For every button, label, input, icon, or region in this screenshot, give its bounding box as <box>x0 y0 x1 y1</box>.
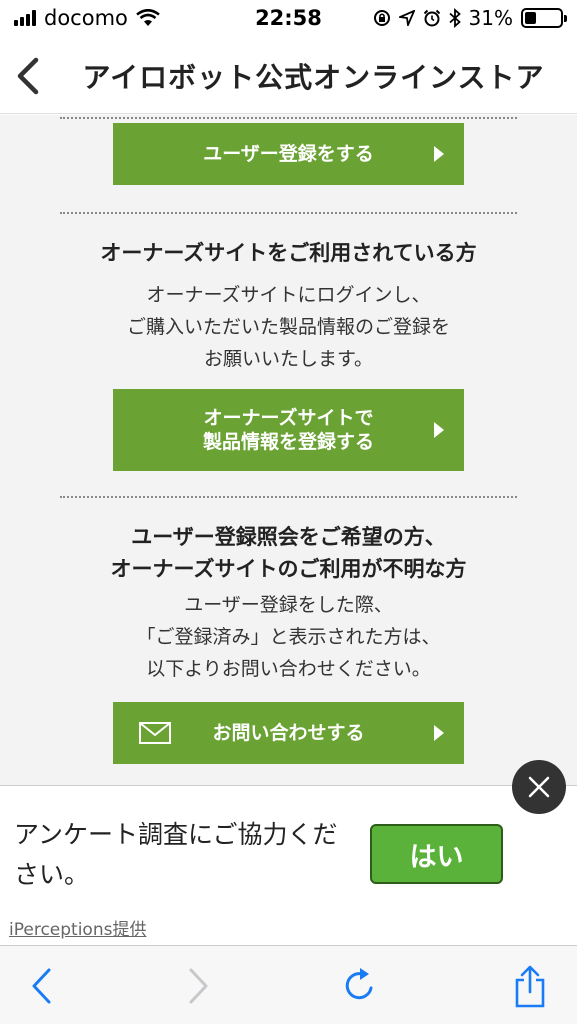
body-line: お願いいたします。 <box>203 348 374 370</box>
register-button-label: ユーザー登録をする <box>203 143 374 165</box>
back-icon[interactable] <box>22 964 62 1008</box>
status-bar: docomo 22:58 31% <box>0 0 577 40</box>
inquiry-section-body: ユーザー登録をした際、 「ご登録済み」と表示された方は、 以下よりお問い合わせく… <box>0 589 577 685</box>
reload-icon[interactable] <box>340 964 380 1008</box>
battery-percent: 31% <box>468 6 513 30</box>
owners-section-body: オーナーズサイトにログインし、 ご購入いただいた製品情報のご登録を お願いいたし… <box>0 279 577 375</box>
share-icon[interactable] <box>510 964 550 1008</box>
mail-icon <box>139 722 171 744</box>
title-line: ユーザー登録照会をご希望の方、 <box>131 525 446 549</box>
owners-register-button-label: オーナーズサイトで 製品情報を登録する <box>203 406 374 454</box>
status-right: 31% <box>373 6 567 30</box>
bluetooth-icon <box>448 8 461 28</box>
battery-fill <box>525 12 536 24</box>
main-content: ユーザー登録をする オーナーズサイトをご利用されている方 オーナーズサイトにログ… <box>0 115 577 785</box>
close-x-glyph <box>528 776 550 798</box>
title-line: オーナーズサイトのご利用が不明な方 <box>110 557 467 581</box>
nav-bar: アイロボット公式オンラインストア <box>0 40 577 114</box>
browser-toolbar <box>0 945 577 1024</box>
arrow-right-icon <box>434 146 444 162</box>
survey-line: アンケート調査にご協力くだ <box>14 820 338 849</box>
body-line: 以下よりお問い合わせください。 <box>146 658 431 680</box>
button-line: 製品情報を登録する <box>202 431 374 453</box>
body-line: 「ご登録済み」と表示された方は、 <box>136 626 441 648</box>
chevron-left-icon[interactable] <box>12 56 48 96</box>
page-title: アイロボット公式オンラインストア <box>82 61 545 94</box>
arrow-right-icon <box>434 422 444 438</box>
owners-register-button[interactable]: オーナーズサイトで 製品情報を登録する <box>113 389 464 471</box>
inquiry-section-title: ユーザー登録照会をご希望の方、 オーナーズサイトのご利用が不明な方 <box>0 521 577 585</box>
arrow-right-icon <box>434 725 444 741</box>
button-line: オーナーズサイトで <box>203 407 374 429</box>
divider <box>60 117 517 119</box>
register-button[interactable]: ユーザー登録をする <box>113 123 464 185</box>
body-line: オーナーズサイトにログインし、 <box>146 284 431 306</box>
forward-icon[interactable] <box>178 964 218 1008</box>
provider-link[interactable]: iPerceptions提供 <box>9 915 146 940</box>
location-icon <box>398 10 415 26</box>
divider <box>60 496 517 498</box>
owners-section-title: オーナーズサイトをご利用されている方 <box>100 241 477 265</box>
divider <box>60 212 517 214</box>
survey-yes-button[interactable]: はい <box>370 824 503 884</box>
survey-line: さい。 <box>14 860 90 889</box>
alarm-icon <box>423 9 440 27</box>
rotation-lock-icon <box>373 10 390 26</box>
body-line: ご購入いただいた製品情報のご登録を <box>126 316 450 338</box>
contact-button-label: お問い合わせする <box>212 722 365 744</box>
battery-icon <box>521 8 567 28</box>
body-line: ユーザー登録をした際、 <box>184 594 393 616</box>
survey-message: アンケート調査にご協力くだ さい。 <box>14 815 354 895</box>
contact-button[interactable]: お問い合わせする <box>113 702 464 764</box>
close-icon[interactable] <box>512 760 566 814</box>
